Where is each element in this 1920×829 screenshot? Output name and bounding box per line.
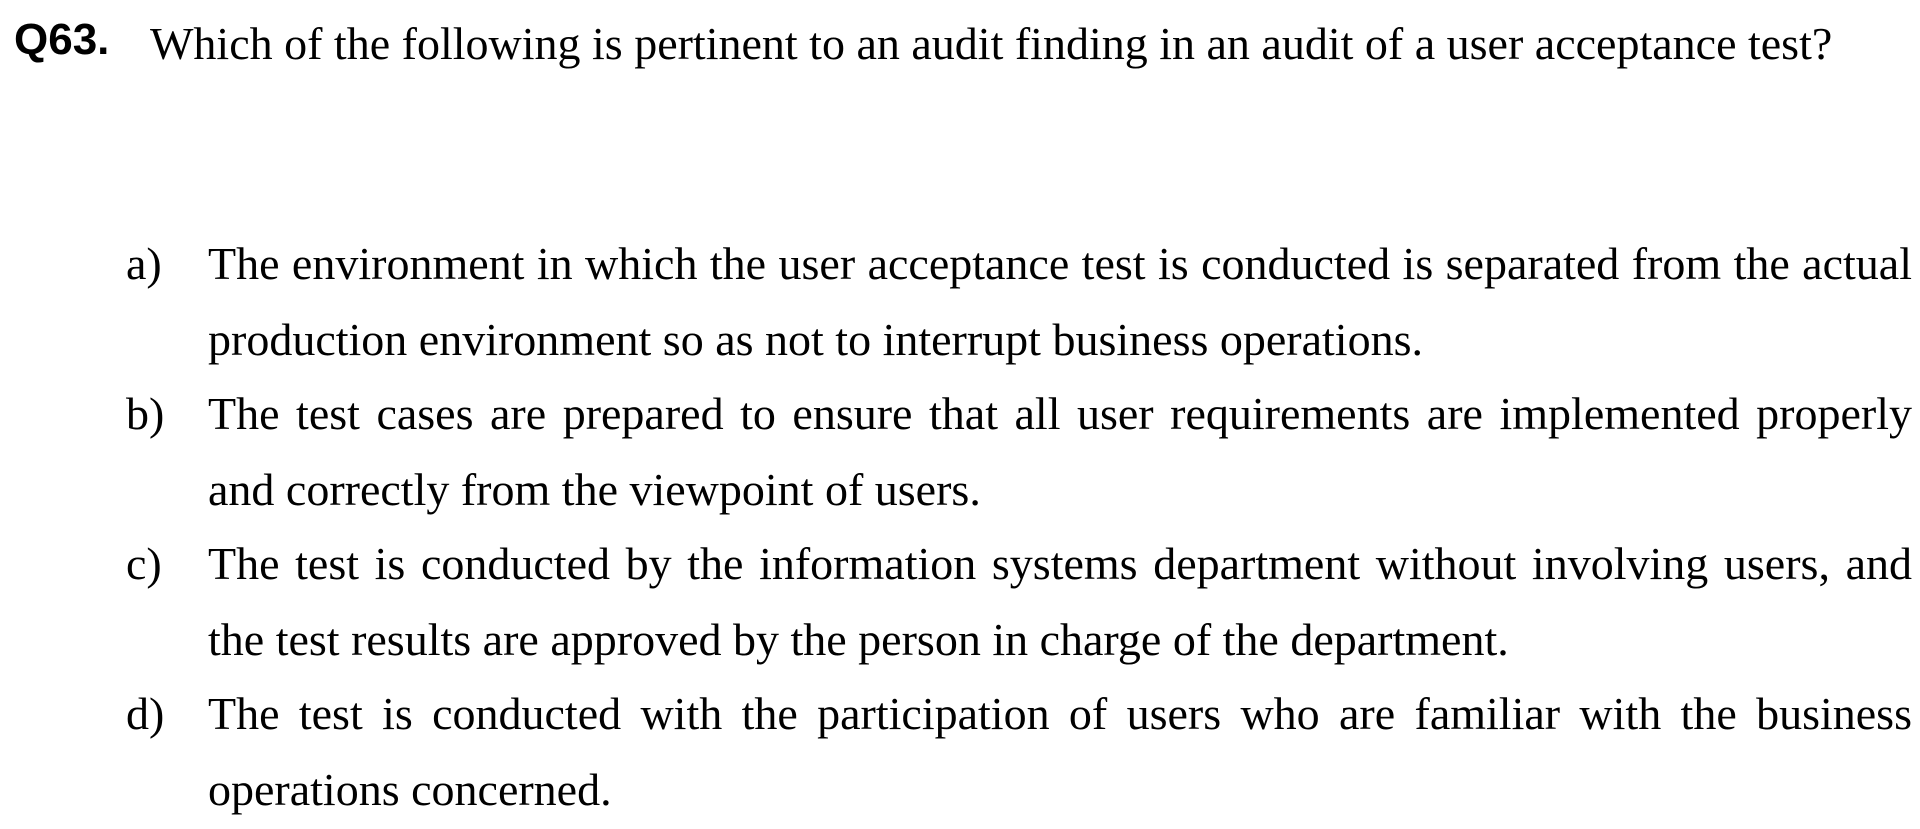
option-letter: d) bbox=[126, 688, 165, 739]
option-letter: c) bbox=[126, 538, 162, 589]
option-letter: b) bbox=[126, 388, 165, 439]
question-text: Which of the following is pertinent to a… bbox=[150, 18, 1833, 69]
question-number: Q63. bbox=[14, 15, 110, 64]
option-text: The environment in which the user accept… bbox=[208, 238, 1912, 365]
option-text: The test cases are prepared to ensure th… bbox=[208, 388, 1912, 515]
option-text: The test is conducted with the participa… bbox=[208, 688, 1912, 815]
option-text: The test is conducted by the information… bbox=[208, 538, 1912, 665]
option-letter: a) bbox=[126, 238, 162, 289]
